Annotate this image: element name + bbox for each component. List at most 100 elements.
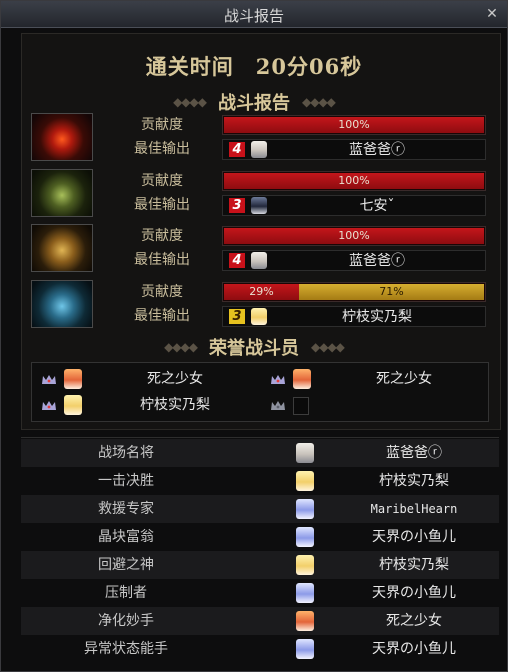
ornament-left: ◆◆◆◆	[164, 340, 198, 354]
award-row: 晶块富翁 天界の小鱼儿	[21, 523, 499, 551]
member-row: 贡献度 最佳输出 100% 4 蓝爸爸ⓡ	[31, 113, 489, 162]
section-honor-fighters: ◆◆◆◆ 荣誉战斗员 ◆◆◆◆	[1, 334, 507, 360]
contribution-bar: 100%	[222, 226, 486, 246]
player-avatar-icon	[251, 197, 267, 214]
member-row: 贡献度 最佳输出 100% 3 七安ˇ	[31, 169, 489, 218]
contribution-bar: 100%	[222, 171, 486, 191]
crown-icon	[42, 401, 56, 410]
honor-player-name: 柠枝实乃梨	[140, 397, 210, 413]
secondary-contribution-fill: 71%	[299, 284, 484, 300]
player-avatar-icon	[64, 369, 82, 389]
award-row: 救援专家 MaribelHearn	[21, 495, 499, 523]
player-name: 柠枝实乃梨	[342, 309, 412, 325]
honor-entry-empty	[261, 395, 489, 419]
contribution-fill: 29%	[224, 284, 299, 300]
crown-icon	[271, 401, 285, 410]
contribution-fill: 100%	[224, 117, 484, 133]
player-avatar-icon	[251, 141, 267, 158]
player-avatar-icon	[293, 369, 311, 389]
best-output-label: 最佳输出	[134, 141, 190, 157]
award-player: 天界の小鱼儿	[372, 529, 456, 545]
contribution-label: 贡献度	[141, 173, 183, 189]
award-player: 蓝爸爸ⓡ	[386, 445, 442, 461]
player-avatar-icon	[296, 555, 314, 575]
player-avatar-icon	[296, 471, 314, 491]
player-avatar-icon	[296, 443, 314, 463]
player-avatar-icon	[296, 499, 314, 519]
rank-badge: 4	[229, 253, 245, 268]
award-row: 压制者 天界の小鱼儿	[21, 579, 499, 607]
player-avatar-icon	[296, 639, 314, 659]
green-mech-portrait	[31, 169, 93, 217]
rank-badge: 3	[229, 309, 245, 324]
player-avatar-icon	[251, 308, 267, 325]
section-battle-report: ◆◆◆◆ 战斗报告 ◆◆◆◆	[1, 89, 507, 115]
best-output-box: 4 蓝爸爸ⓡ	[222, 250, 486, 271]
award-player: 柠枝实乃梨	[379, 557, 449, 573]
player-avatar-icon	[251, 252, 267, 269]
honor-player-name: 死之少女	[147, 371, 203, 387]
honor-entry[interactable]: 死之少女	[261, 369, 489, 393]
ornament-right: ◆◆◆◆	[311, 340, 345, 354]
award-player: 天界の小鱼儿	[372, 585, 456, 601]
member-row: 贡献度 最佳输出 100% 4 蓝爸爸ⓡ	[31, 224, 489, 273]
player-name: 蓝爸爸ⓡ	[349, 142, 405, 158]
award-row: 回避之神 柠枝实乃梨	[21, 551, 499, 579]
player-name: 七安ˇ	[359, 198, 395, 214]
section-title: 荣誉战斗员	[209, 338, 299, 359]
award-row: 净化妙手 死之少女	[21, 607, 499, 635]
award-player: 死之少女	[386, 613, 442, 629]
crown-icon	[42, 375, 56, 384]
award-title: 救援专家	[98, 501, 154, 517]
title-awards-list: 战场名将 蓝爸爸ⓡ 一击决胜 柠枝实乃梨 救援专家 MaribelHearn 晶…	[21, 437, 499, 668]
best-output-label: 最佳输出	[134, 308, 190, 324]
honor-entry[interactable]: 死之少女	[32, 369, 260, 393]
contribution-label: 贡献度	[141, 284, 183, 300]
award-title: 净化妙手	[98, 613, 154, 629]
contribution-bar: 29% 71%	[222, 282, 486, 302]
player-name: 蓝爸爸ⓡ	[349, 253, 405, 269]
award-title: 战场名将	[98, 445, 154, 461]
ornament-right: ◆◆◆◆	[302, 95, 336, 109]
award-title: 回避之神	[98, 557, 154, 573]
award-title: 一击决胜	[98, 473, 154, 489]
member-row: 贡献度 最佳输出 29% 71% 3 柠枝实乃梨	[31, 280, 489, 329]
player-avatar-icon	[296, 527, 314, 547]
best-output-box: 4 蓝爸爸ⓡ	[222, 139, 486, 160]
best-output-box: 3 七安ˇ	[222, 195, 486, 216]
rank-badge: 4	[229, 142, 245, 157]
rank-badge: 3	[229, 198, 245, 213]
clear-time: 通关时间 20分06秒	[145, 54, 363, 79]
award-player: 柠枝实乃梨	[379, 473, 449, 489]
contribution-fill: 100%	[224, 173, 484, 189]
player-avatar-icon	[296, 611, 314, 631]
honor-entry[interactable]: 柠枝实乃梨	[32, 395, 260, 419]
best-output-box: 3 柠枝实乃梨	[222, 306, 486, 327]
award-player: MaribelHearn	[370, 502, 458, 516]
blue-mech-portrait	[31, 280, 93, 328]
contribution-label: 贡献度	[141, 117, 183, 133]
contribution-label: 贡献度	[141, 228, 183, 244]
award-row: 一击决胜 柠枝实乃梨	[21, 467, 499, 495]
ornament-left: ◆◆◆◆	[173, 95, 207, 109]
close-button[interactable]: ✕	[484, 6, 500, 22]
contribution-bar: 100%	[222, 115, 486, 135]
title-bar[interactable]: 战斗报告 ✕	[1, 1, 507, 28]
award-title: 异常状态能手	[84, 641, 168, 657]
crown-icon	[271, 375, 285, 384]
gold-mech-portrait	[31, 224, 93, 272]
award-row: 战场名将 蓝爸爸ⓡ	[21, 439, 499, 467]
player-avatar-icon	[296, 583, 314, 603]
contribution-fill: 100%	[224, 228, 484, 244]
window-title: 战斗报告	[223, 7, 284, 25]
award-title: 压制者	[105, 585, 147, 601]
player-avatar-icon	[64, 395, 82, 415]
empty-slot	[293, 397, 309, 415]
award-player: 天界の小鱼儿	[372, 641, 456, 657]
honor-box: 死之少女 死之少女 柠枝实乃梨	[31, 362, 489, 422]
award-title: 晶块富翁	[98, 529, 154, 545]
best-output-label: 最佳输出	[134, 197, 190, 213]
section-title: 战斗报告	[218, 93, 290, 114]
best-output-label: 最佳输出	[134, 252, 190, 268]
award-row: 异常状态能手 天界の小鱼儿	[21, 635, 499, 663]
